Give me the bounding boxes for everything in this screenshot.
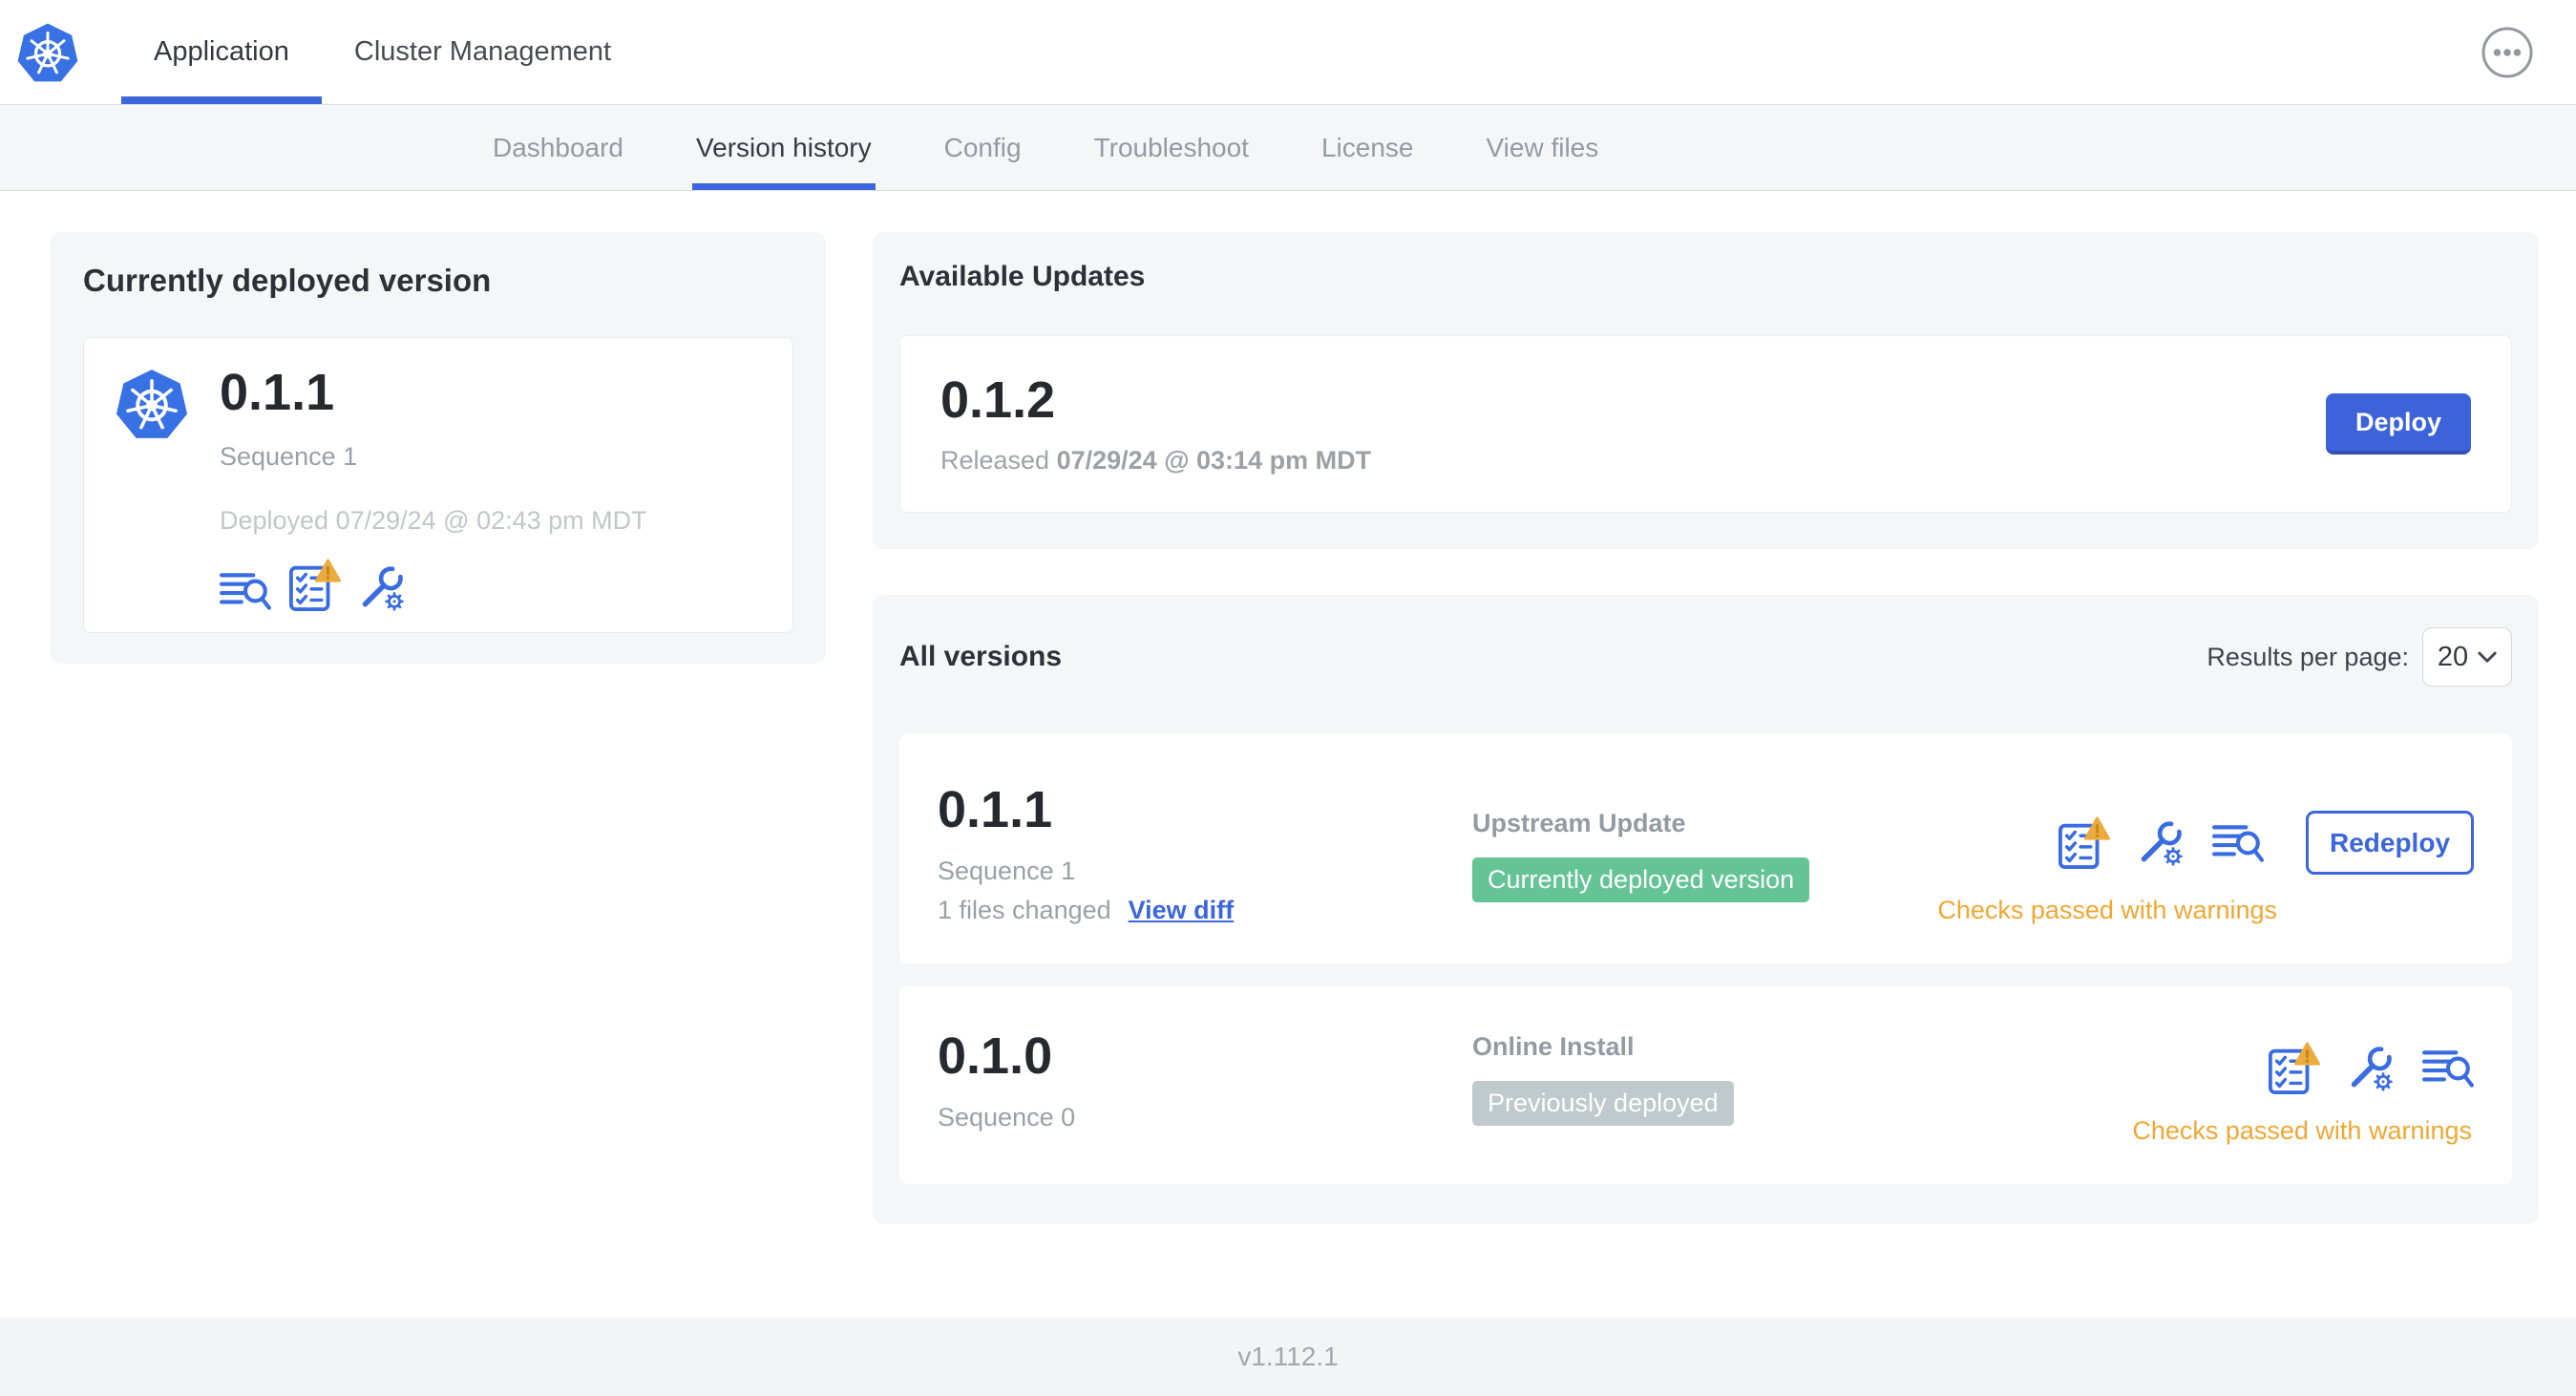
config-icon[interactable] [2348, 1045, 2396, 1092]
available-update-row: 0.1.2 Released 07/29/24 @ 03:14 pm MDT D… [899, 335, 2512, 514]
available-update-details: 0.1.2 Released 07/29/24 @ 03:14 pm MDT [940, 371, 1371, 476]
tab-cluster-management-label: Cluster Management [353, 36, 612, 67]
all-versions-title: All versions [899, 641, 1063, 673]
currently-deployed-version-panel: 0.1.1 Sequence 1 Deployed 07/29/24 @ 02:… [83, 337, 793, 633]
tab-cluster-management[interactable]: Cluster Management [322, 0, 644, 104]
row-version-number: 0.1.0 [938, 1027, 1053, 1086]
checks-status-text: Checks passed with warnings [1937, 896, 2277, 925]
row-source-label: Upstream Update [1472, 809, 1686, 838]
tab-application[interactable]: Application [121, 0, 322, 104]
results-per-page-select[interactable]: 20 [2422, 627, 2512, 687]
logs-icon[interactable] [2422, 1047, 2474, 1089]
results-per-page-value: 20 [2437, 641, 2469, 672]
results-per-page-label: Results per page: [2206, 642, 2409, 671]
update-released-line: Released 07/29/24 @ 03:14 pm MDT [940, 446, 1371, 476]
subnav-label-troubleshoot: Troubleshoot [1093, 132, 1249, 162]
row-files-changed-line: 1 files changed View diff [938, 896, 1472, 925]
version-row-actions: Redeploy Checks passed with warnings [1937, 782, 2474, 925]
deployed-timestamp: Deployed 07/29/24 @ 02:43 pm MDT [220, 506, 647, 536]
currently-deployed-details: 0.1.1 Sequence 1 Deployed 07/29/24 @ 02:… [220, 364, 647, 605]
released-label: Released [940, 446, 1050, 476]
deploy-button[interactable]: Deploy [2326, 393, 2471, 455]
version-row-actions: Checks passed with warnings [2132, 1028, 2474, 1146]
results-per-page: Results per page: 20 [2206, 627, 2512, 687]
subnav-label-dashboard: Dashboard [493, 132, 623, 162]
main-content: Currently deployed version 0.1.1 Sequenc… [0, 191, 2576, 1318]
subnav-item-license[interactable]: License [1285, 105, 1450, 190]
preflight-checks-warning-icon[interactable] [2268, 1042, 2321, 1095]
subnav-item-troubleshoot[interactable]: Troubleshoot [1058, 105, 1285, 190]
deployed-version-number: 0.1.1 [220, 364, 335, 421]
currently-deployed-title: Currently deployed version [83, 263, 492, 298]
version-row-0-1-0: 0.1.0 Sequence 0 Online Install Previous… [899, 986, 2512, 1185]
deployed-sequence: Sequence 1 [220, 442, 358, 472]
tab-application-label: Application [154, 36, 289, 67]
console-version: v1.112.1 [1237, 1342, 1339, 1371]
subnav-label-version-history: Version history [695, 132, 872, 162]
ellipsis-icon [2481, 26, 2534, 79]
app-subnav: Dashboard Version history Config Trouble… [0, 105, 2576, 191]
status-badge: Previously deployed [1472, 1081, 1734, 1127]
version-row-action-icons: Redeploy [2058, 811, 2474, 876]
subnav-item-version-history[interactable]: Version history [660, 105, 908, 190]
version-row-source: Online Install Previously deployed [1472, 1028, 2132, 1146]
config-icon[interactable] [2138, 819, 2185, 867]
config-icon[interactable] [359, 564, 407, 612]
row-sequence: Sequence 1 [938, 856, 1076, 885]
chevron-down-icon [2478, 651, 2497, 664]
all-versions-header: All versions Results per page: 20 [899, 627, 2512, 687]
subnav-label-config: Config [943, 132, 1022, 162]
redeploy-button[interactable]: Redeploy [2306, 811, 2474, 876]
app-header: Application Cluster Management [0, 0, 2576, 105]
subnav-label-license: License [1320, 132, 1414, 162]
checks-status-text: Checks passed with warnings [2132, 1116, 2472, 1146]
all-versions-card: All versions Results per page: 20 0.1.1 … [873, 595, 2539, 1225]
subnav-item-view-files[interactable]: View files [1449, 105, 1635, 190]
released-date: 07/29/24 @ 03:14 pm MDT [1056, 446, 1372, 476]
subnav-label-view-files: View files [1486, 132, 1599, 162]
version-row-info: 0.1.0 Sequence 0 [938, 1027, 1472, 1146]
app-footer: v1.112.1 [0, 1318, 2576, 1396]
version-row-info: 0.1.1 Sequence 1 1 files changed View di… [938, 781, 1472, 925]
update-version-number: 0.1.2 [940, 371, 1056, 429]
kubernetes-logo-icon [16, 21, 79, 84]
status-badge: Currently deployed version [1472, 857, 1810, 903]
version-row-action-icons [2268, 1042, 2474, 1095]
deployed-version-actions [220, 559, 647, 612]
logs-icon[interactable] [2212, 822, 2264, 864]
files-changed-text: 1 files changed [938, 895, 1111, 924]
preflight-checks-warning-icon[interactable] [2058, 816, 2111, 870]
overflow-menu-button[interactable] [2481, 26, 2534, 79]
app-logo [16, 0, 79, 104]
row-source-label: Online Install [1472, 1032, 1635, 1062]
version-row-source: Upstream Update Currently deployed versi… [1472, 782, 1937, 925]
subnav-item-config[interactable]: Config [908, 105, 1058, 190]
available-updates-card: Available Updates 0.1.2 Released 07/29/2… [873, 232, 2539, 550]
version-row-0-1-1: 0.1.1 Sequence 1 1 files changed View di… [899, 734, 2512, 964]
row-sequence: Sequence 0 [938, 1102, 1076, 1132]
preflight-checks-warning-icon[interactable] [288, 559, 342, 612]
kubernetes-app-icon [115, 367, 189, 441]
view-diff-link[interactable]: View diff [1129, 896, 1235, 925]
right-column: Available Updates 0.1.2 Released 07/29/2… [873, 232, 2539, 1225]
currently-deployed-card: Currently deployed version 0.1.1 Sequenc… [51, 232, 826, 664]
subnav-item-dashboard[interactable]: Dashboard [456, 105, 660, 190]
row-version-number: 0.1.1 [938, 781, 1053, 839]
logs-icon[interactable] [220, 570, 271, 612]
available-updates-title: Available Updates [899, 261, 1146, 292]
